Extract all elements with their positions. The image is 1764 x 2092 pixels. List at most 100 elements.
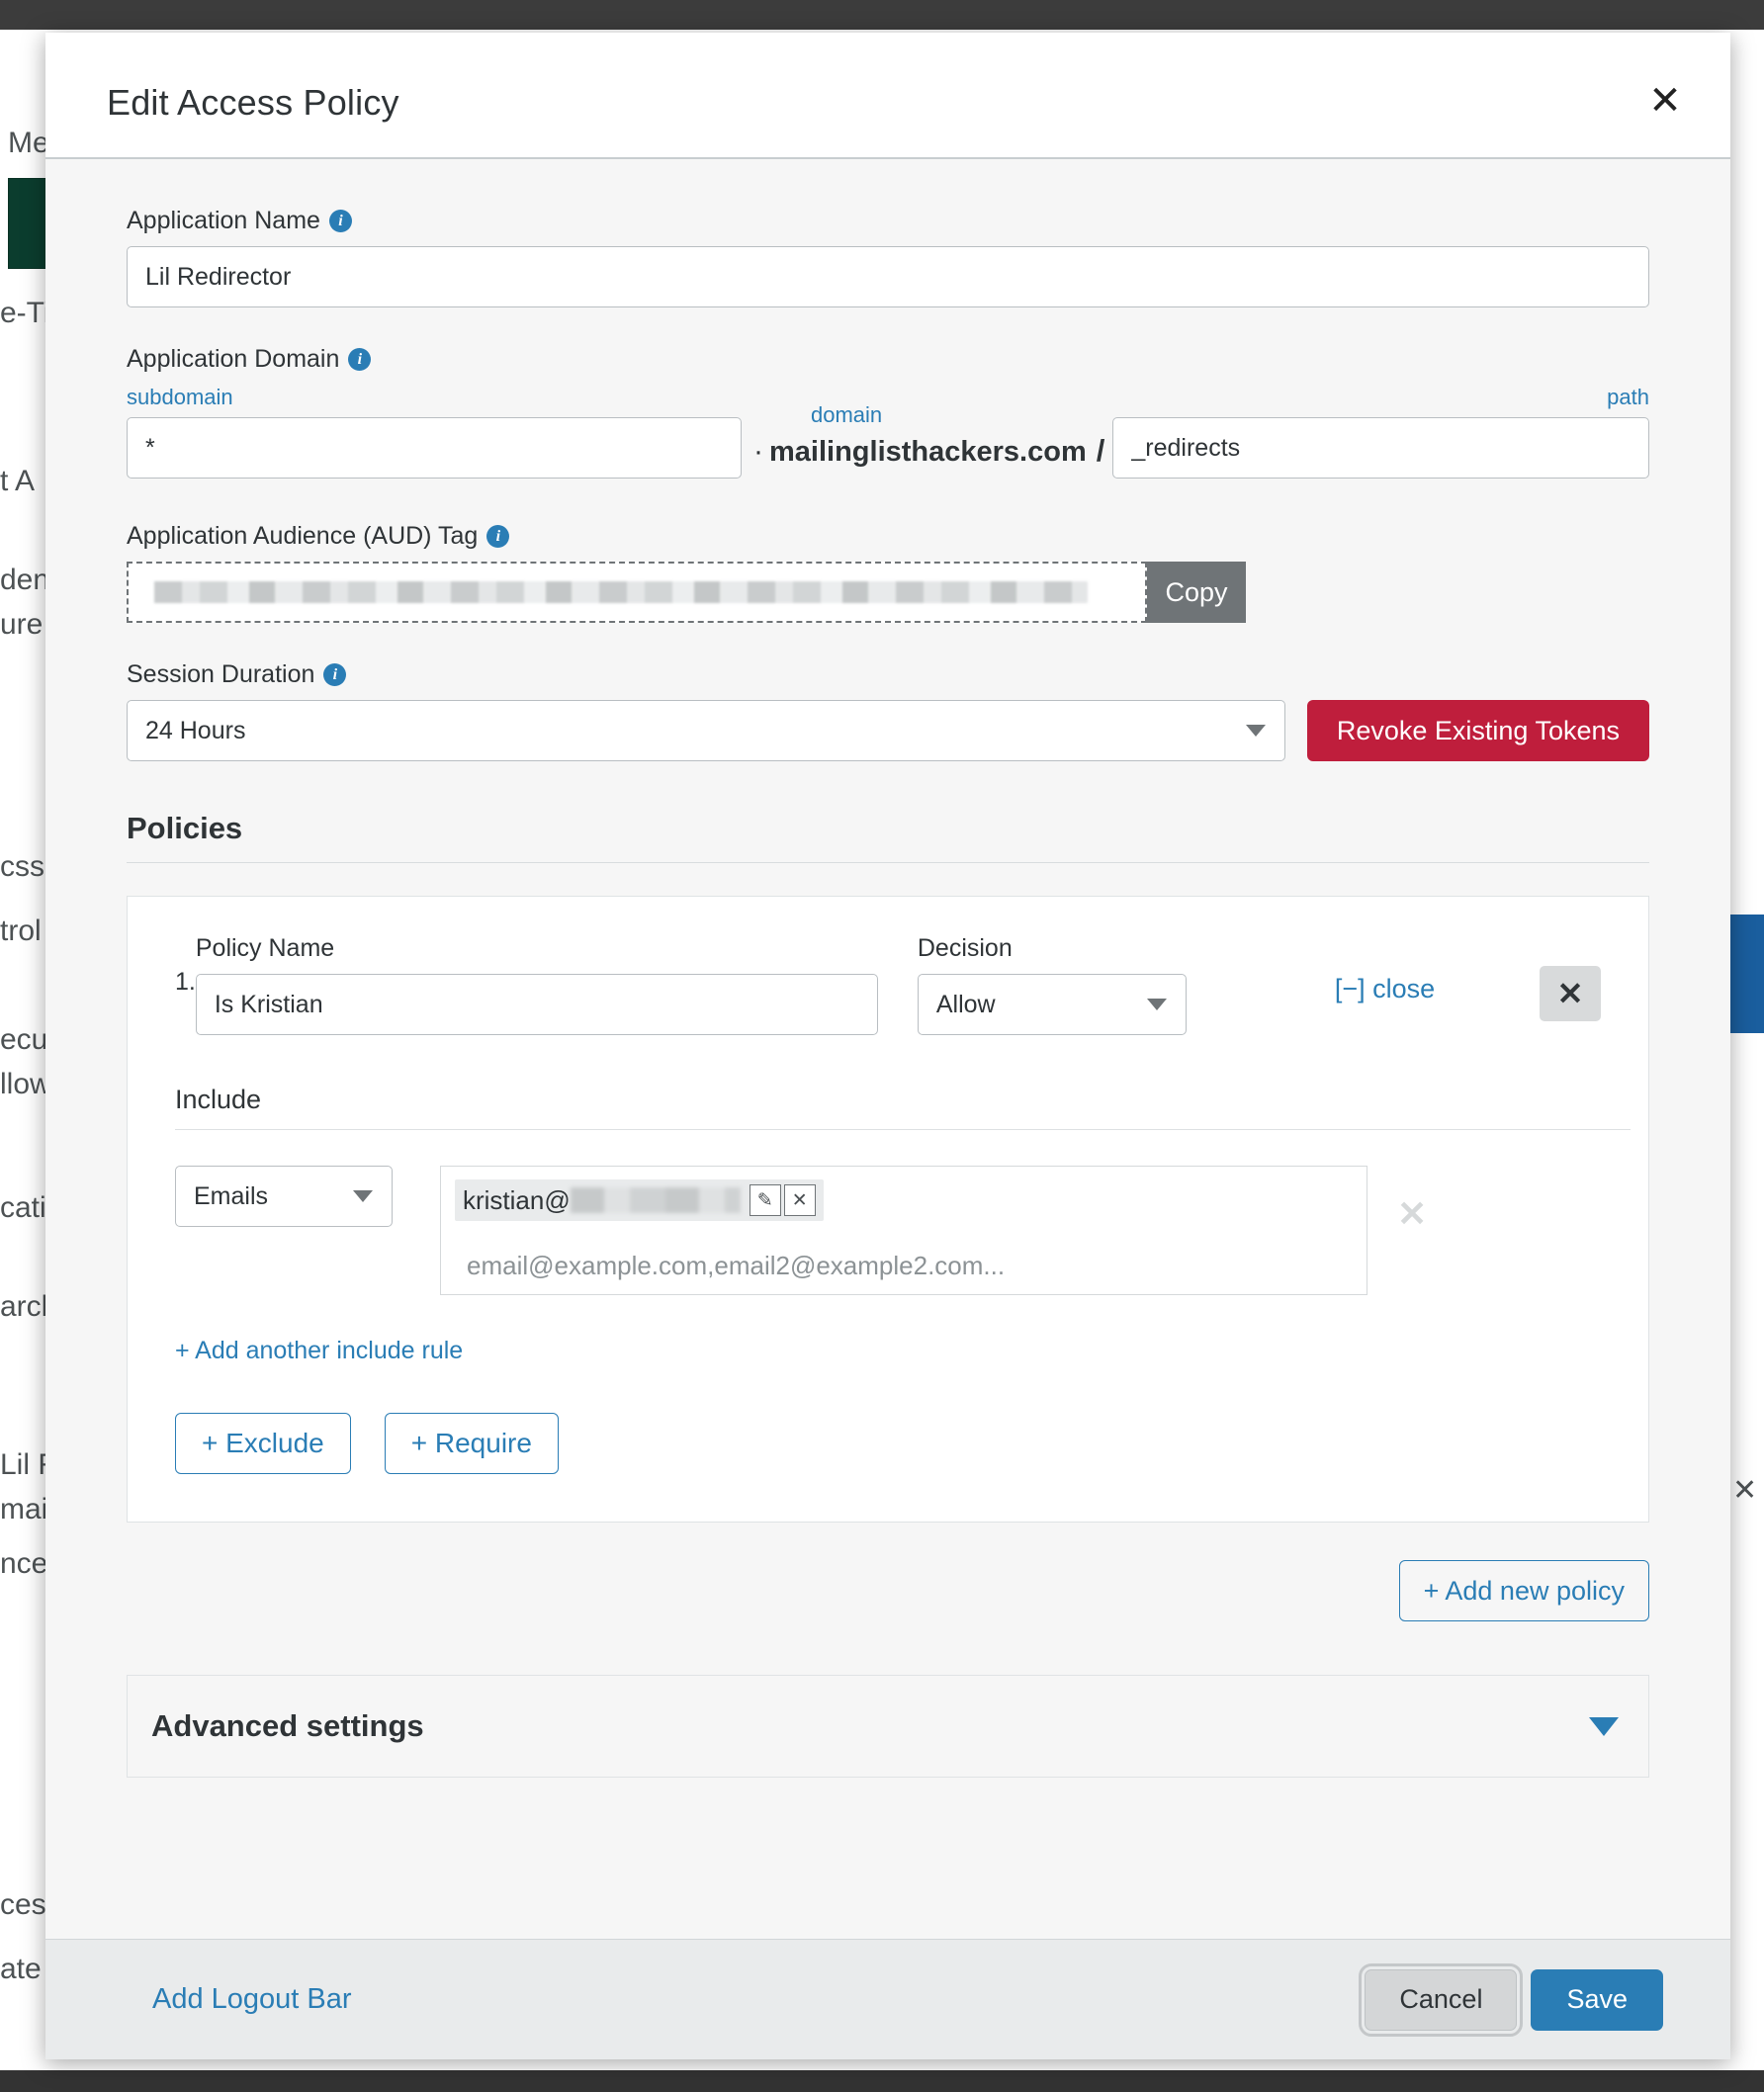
background-text-fragment: llow	[0, 1068, 51, 1100]
advanced-settings-section[interactable]: Advanced settings	[127, 1675, 1649, 1778]
aud-tag-group: Application Audience (AUD) Tag i Copy	[127, 522, 1649, 623]
include-heading: Include	[175, 1085, 1631, 1130]
background-text-fragment: Me	[8, 127, 49, 159]
modal-header: Edit Access Policy ✕	[45, 33, 1730, 159]
add-exclude-button[interactable]: + Exclude	[175, 1413, 351, 1474]
background-text-fragment: css	[0, 850, 44, 883]
policy-name-col: Policy Name	[195, 934, 878, 1035]
emails-chip-area[interactable]: kristian@ ✎ ✕ email@example.com,email2@e…	[440, 1166, 1367, 1295]
background-text-fragment: nce	[0, 1547, 48, 1580]
add-require-button[interactable]: + Require	[384, 1413, 559, 1474]
add-logout-bar-link[interactable]: Add Logout Bar	[152, 1983, 352, 2016]
background-text-fragment: den	[0, 564, 50, 596]
application-domain-group: Application Domain i subdomain · domain …	[127, 345, 1649, 479]
chevron-down-icon	[353, 1190, 373, 1202]
add-new-policy-button[interactable]: + Add new policy	[1398, 1560, 1649, 1621]
subdomain-input[interactable]	[127, 417, 742, 479]
application-domain-label: Application Domain i	[127, 345, 1649, 374]
browser-chrome-top	[0, 0, 1764, 30]
include-rule-type-select[interactable]: Emails	[175, 1166, 393, 1227]
email-chip: kristian@ ✎ ✕	[455, 1179, 824, 1221]
background-text-fragment: ate	[0, 1953, 42, 1985]
decision-label: Decision	[917, 934, 1013, 962]
decision-select[interactable]: Allow	[917, 974, 1187, 1035]
policy-name-input[interactable]	[195, 974, 878, 1035]
page-title: Edit Access Policy	[107, 82, 399, 123]
background-text-fragment: ✕	[1732, 1474, 1758, 1507]
redacted-aud-value	[154, 581, 1088, 603]
remove-policy-button[interactable]: ✕	[1540, 966, 1601, 1021]
close-icon: ✕	[1556, 976, 1584, 1011]
chevron-down-icon	[1245, 725, 1266, 737]
advanced-settings-label: Advanced settings	[151, 1708, 424, 1743]
session-duration-select[interactable]: 24 Hours	[127, 700, 1285, 761]
policy-header-row: 1. Policy Name Decision Allow [−] close …	[175, 934, 1601, 1035]
background-text-fragment: mai	[0, 1493, 48, 1525]
policy-name-label: Policy Name	[195, 934, 335, 962]
save-button[interactable]: Save	[1531, 1968, 1663, 2031]
info-icon[interactable]: i	[328, 210, 352, 232]
email-chip-text: kristian@	[463, 1184, 571, 1215]
copy-button[interactable]: Copy	[1147, 562, 1246, 623]
subdomain-col: subdomain	[127, 385, 742, 479]
cancel-button[interactable]: Cancel	[1359, 1962, 1524, 2037]
emails-placeholder-text: email@example.com,email2@example2.com...	[467, 1251, 1006, 1280]
background-text-fragment: t A	[0, 465, 36, 497]
session-duration-group: Session Duration i 24 Hours Revoke Exist…	[127, 660, 1649, 761]
domain-value: mailinglisthackers.com	[769, 436, 1087, 468]
background-text-fragment: e-Ti	[0, 297, 50, 329]
domain-dot-separator: ·	[753, 435, 763, 468]
policy-card: 1. Policy Name Decision Allow [−] close …	[127, 896, 1649, 1523]
session-duration-label: Session Duration i	[127, 660, 1649, 689]
remove-include-rule-icon[interactable]: ✕	[1397, 1193, 1427, 1235]
include-rule-row: Emails kristian@ ✎ ✕ email@example.com,e…	[175, 1166, 1601, 1295]
modal-body: Application Name i Application Domain i …	[45, 159, 1730, 1939]
modal-footer: Add Logout Bar Cancel Save	[45, 1939, 1730, 2059]
remove-email-icon[interactable]: ✕	[783, 1184, 816, 1216]
redacted-email-domain	[570, 1187, 741, 1213]
policy-number: 1.	[175, 968, 196, 996]
aud-tag-row: Copy	[127, 562, 1246, 623]
chevron-down-icon	[1146, 999, 1167, 1010]
add-policy-row: + Add new policy	[127, 1560, 1649, 1621]
close-icon[interactable]: ✕	[1643, 79, 1687, 123]
revoke-tokens-button[interactable]: Revoke Existing Tokens	[1306, 700, 1649, 761]
path-input[interactable]	[1112, 417, 1649, 479]
background-button	[1724, 915, 1764, 1033]
info-icon[interactable]: i	[323, 663, 347, 686]
policy-collapse-link[interactable]: [−] close	[1335, 934, 1435, 1004]
application-name-label-text: Application Name	[127, 207, 320, 234]
background-text-fragment: cati	[0, 1191, 46, 1224]
background-text-fragment: ure	[0, 608, 44, 641]
aud-tag-label: Application Audience (AUD) Tag i	[127, 522, 1649, 551]
browser-chrome-bottom	[0, 2070, 1764, 2092]
info-icon[interactable]: i	[348, 348, 372, 371]
background-text-fragment: trol	[0, 915, 42, 947]
add-include-rule-link[interactable]: + Add another include rule	[175, 1337, 1601, 1365]
path-col: path	[1112, 385, 1649, 479]
application-domain-label-text: Application Domain	[127, 345, 340, 373]
footer-buttons: Cancel Save	[1359, 1962, 1663, 2037]
chevron-down-icon	[1589, 1716, 1619, 1736]
domain-slash: /	[1096, 433, 1105, 468]
background-text-fragment: ecu	[0, 1023, 48, 1056]
path-label: path	[1607, 385, 1649, 409]
edit-icon[interactable]: ✎	[749, 1184, 781, 1216]
application-name-input[interactable]	[127, 246, 1649, 307]
domain-row: subdomain · domain mailinglisthackers.co…	[127, 385, 1649, 479]
session-duration-label-text: Session Duration	[127, 660, 315, 688]
application-name-group: Application Name i	[127, 207, 1649, 307]
policies-heading: Policies	[127, 811, 1649, 863]
aud-tag-label-text: Application Audience (AUD) Tag	[127, 522, 479, 550]
aud-tag-value[interactable]	[127, 562, 1147, 623]
domain-col: domain mailinglisthackers.com	[769, 402, 1087, 479]
subdomain-label: subdomain	[127, 385, 233, 409]
session-duration-value: 24 Hours	[127, 700, 1285, 761]
decision-col: Decision Allow	[917, 934, 1187, 1035]
domain-label: domain	[811, 402, 883, 427]
info-icon[interactable]: i	[486, 525, 510, 548]
exclude-require-buttons: + Exclude + Require	[175, 1413, 1601, 1474]
session-duration-row: 24 Hours Revoke Existing Tokens	[127, 700, 1649, 761]
edit-access-policy-modal: Edit Access Policy ✕ Application Name i …	[45, 33, 1730, 2059]
application-name-label: Application Name i	[127, 207, 1649, 235]
